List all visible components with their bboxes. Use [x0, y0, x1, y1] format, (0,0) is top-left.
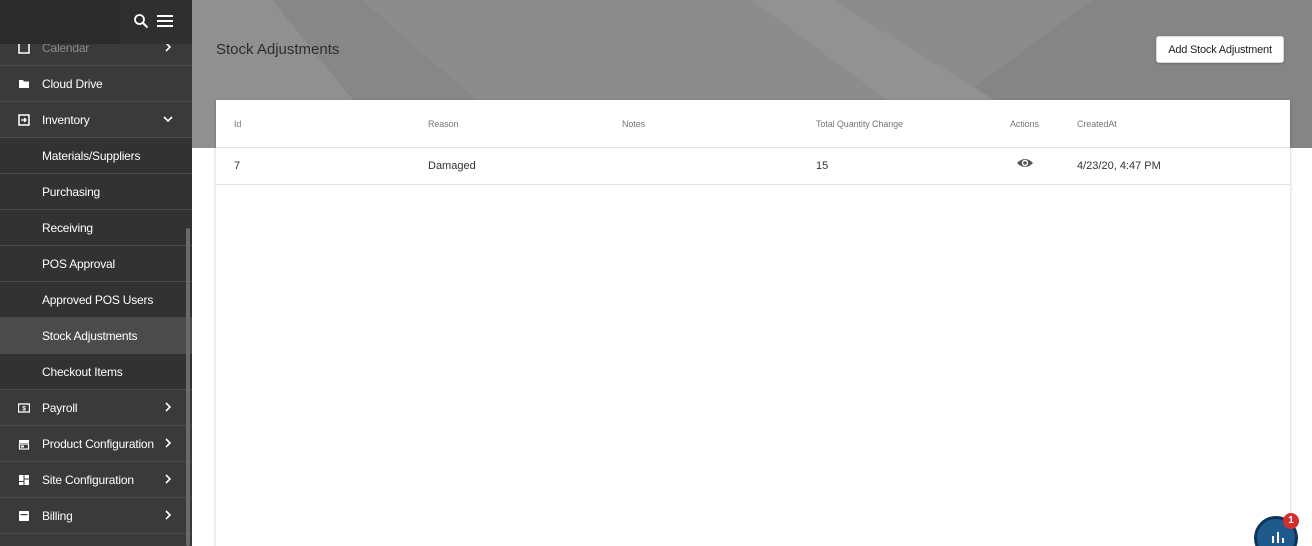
sidebar-item-approved-pos-users[interactable]: Approved POS Users — [0, 282, 192, 318]
sidebar: Calendar Cloud Drive Inventory Materials… — [0, 0, 192, 546]
sidebar-item-stock-adjustments[interactable]: Stock Adjustments — [0, 318, 192, 354]
sidebar-list: Calendar Cloud Drive Inventory Materials… — [0, 30, 192, 534]
sidebar-item-checkout-items[interactable]: Checkout Items — [0, 354, 192, 390]
payroll-icon: $ — [18, 403, 30, 413]
sidebar-item-label: Checkout Items — [42, 364, 123, 379]
column-header-created-at[interactable]: CreatedAt — [1077, 119, 1117, 129]
svg-text:$: $ — [22, 406, 26, 413]
sidebar-item-label: Stock Adjustments — [42, 328, 138, 343]
sidebar-item-label: Site Configuration — [42, 472, 134, 487]
sidebar-item-label: Materials/Suppliers — [42, 148, 141, 163]
column-header-id[interactable]: Id — [234, 119, 241, 129]
sidebar-item-label: Purchasing — [42, 184, 101, 199]
cell-id: 7 — [234, 160, 241, 172]
sidebar-item-billing[interactable]: Billing — [0, 498, 192, 534]
cell-created-at: 4/23/20, 4:47 PM — [1077, 160, 1161, 172]
page-title: Stock Adjustments — [216, 41, 340, 58]
notification-badge: 1 — [1283, 513, 1299, 529]
chevron-right-icon — [165, 402, 172, 412]
sidebar-item-inventory[interactable]: Inventory — [0, 102, 192, 138]
sidebar-item-label: Approved POS Users — [42, 292, 154, 307]
billing-icon — [19, 511, 29, 521]
eye-icon[interactable] — [1016, 156, 1034, 170]
dashboard-icon — [19, 475, 29, 485]
sidebar-item-product-configuration[interactable]: Product Configuration — [0, 426, 192, 462]
table-header: Id Reason Notes Total Quantity Change Ac… — [216, 100, 1290, 148]
sidebar-item-purchasing[interactable]: Purchasing — [0, 174, 192, 210]
sidebar-item-label: Payroll — [42, 400, 78, 415]
inventory-icon — [18, 114, 30, 126]
store-icon — [18, 440, 30, 450]
column-header-total-quantity-change[interactable]: Total Quantity Change — [816, 119, 903, 129]
sidebar-item-pos-approval[interactable]: POS Approval — [0, 246, 192, 282]
chevron-right-icon — [165, 510, 172, 520]
chevron-down-icon — [163, 116, 173, 123]
sidebar-item-label: Billing — [42, 508, 73, 523]
column-header-actions: Actions — [1010, 119, 1039, 129]
menu-icon[interactable] — [157, 14, 173, 28]
sidebar-item-label: Inventory — [42, 112, 90, 127]
cell-total-quantity-change: 15 — [816, 160, 829, 172]
chevron-right-icon — [165, 474, 172, 484]
column-header-reason[interactable]: Reason — [428, 119, 459, 129]
column-header-notes[interactable]: Notes — [622, 119, 645, 129]
sidebar-item-label: POS Approval — [42, 256, 115, 271]
chart-icon — [1272, 532, 1284, 543]
sidebar-item-payroll[interactable]: $ Payroll — [0, 390, 192, 426]
sidebar-item-label: Cloud Drive — [42, 76, 103, 91]
folder-icon — [19, 80, 29, 88]
cell-reason: Damaged — [428, 160, 476, 172]
sidebar-item-materials-suppliers[interactable]: Materials/Suppliers — [0, 138, 192, 174]
sidebar-item-label: Product Configuration — [42, 436, 154, 451]
chevron-right-icon — [165, 438, 172, 448]
sidebar-toolbar — [0, 0, 192, 44]
sidebar-scrollbar[interactable] — [186, 228, 190, 546]
sidebar-item-label: Receiving — [42, 220, 93, 235]
sidebar-item-receiving[interactable]: Receiving — [0, 210, 192, 246]
sidebar-item-site-configuration[interactable]: Site Configuration — [0, 462, 192, 498]
table-row[interactable]: 7 Damaged 15 4/23/20, 4:47 PM — [216, 148, 1290, 185]
search-icon[interactable] — [133, 13, 149, 29]
sidebar-item-cloud-drive[interactable]: Cloud Drive — [0, 66, 192, 102]
stock-adjustments-table: Id Reason Notes Total Quantity Change Ac… — [216, 100, 1290, 546]
add-stock-adjustment-button[interactable]: Add Stock Adjustment — [1156, 36, 1284, 63]
